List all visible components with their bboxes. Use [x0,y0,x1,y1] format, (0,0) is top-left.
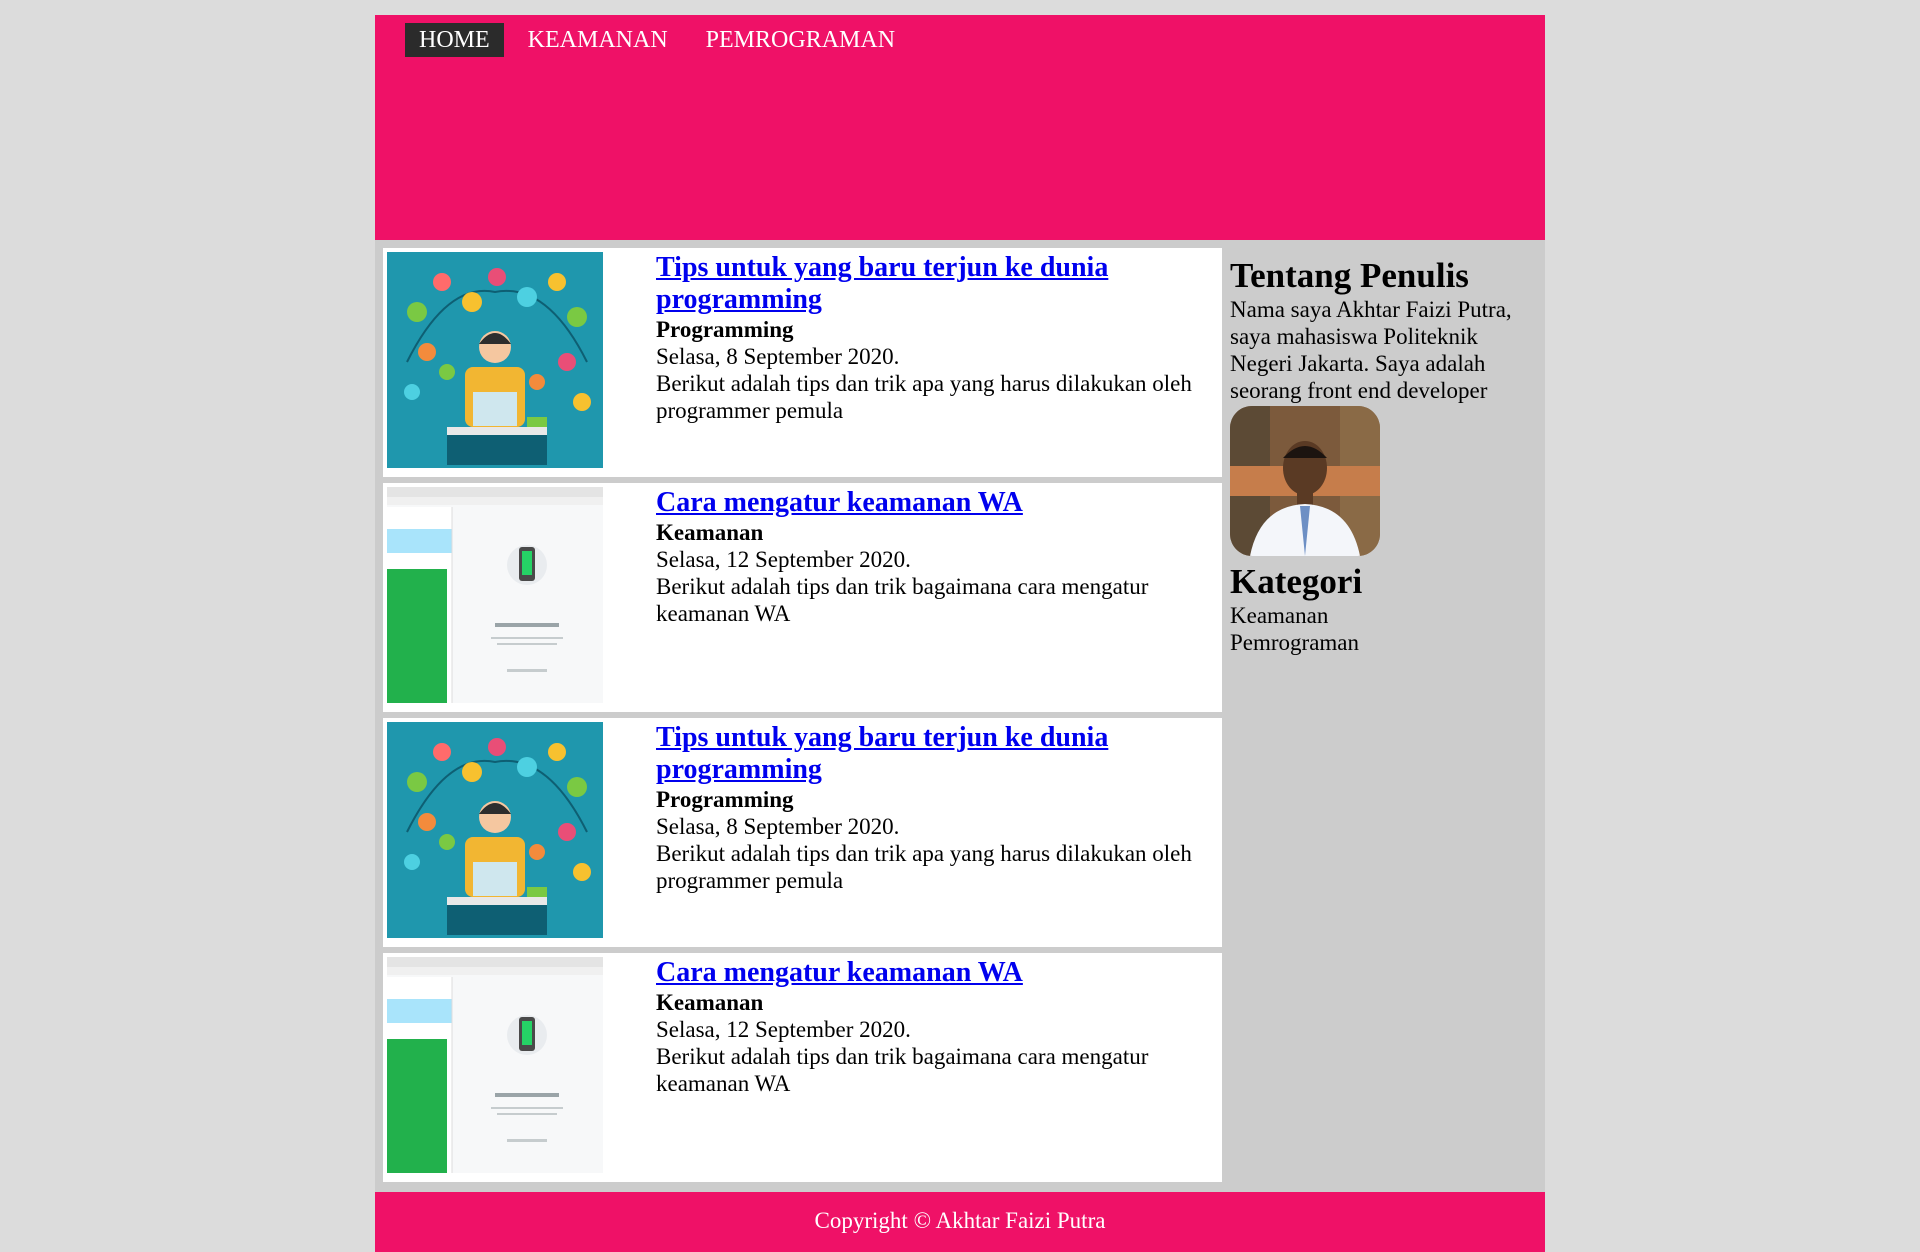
nav-item-home[interactable]: HOME [405,23,504,57]
about-author-heading: Tentang Penulis [1230,256,1469,295]
post-title-link[interactable]: Tips untuk yang baru terjun ke dunia pro… [656,722,1221,786]
post-card: Tips untuk yang baru terjun ke dunia pro… [383,718,1222,947]
post-date: Selasa, 8 September 2020. [656,344,900,369]
post-description: Berikut adalah tips dan trik apa yang ha… [656,371,1192,423]
nav-item-pemrograman[interactable]: PEMROGRAMAN [692,23,909,57]
whatsapp-web-screenshot-image [387,957,603,1173]
post-title-link[interactable]: Cara mengatur keamanan WA [656,487,1221,519]
post-title-link[interactable]: Cara mengatur keamanan WA [656,957,1221,989]
sidebar: Tentang Penulis Nama saya Akhtar Faizi P… [1230,240,1535,656]
category-item-keamanan[interactable]: Keamanan [1230,602,1535,629]
copyright-text: Copyright © Akhtar Faizi Putra [814,1208,1106,1233]
footer: Copyright © Akhtar Faizi Putra [375,1192,1545,1252]
post-text: Cara mengatur keamanan WA Keamanan Selas… [656,487,1221,627]
author-photo [1230,406,1380,556]
post-card: Cara mengatur keamanan WA Keamanan Selas… [383,953,1222,1182]
page-wrapper: HOME KEAMANAN PEMROGRAMAN Tips untuk yan… [375,15,1545,1252]
post-description: Berikut adalah tips dan trik bagaimana c… [656,1044,1149,1096]
header-banner: HOME KEAMANAN PEMROGRAMAN [375,15,1545,240]
post-description: Berikut adalah tips dan trik apa yang ha… [656,841,1192,893]
post-category: Keamanan [656,520,764,545]
whatsapp-web-screenshot-image [387,487,603,703]
post-category: Programming [656,317,794,342]
top-nav: HOME KEAMANAN PEMROGRAMAN [405,23,919,57]
programming-illustration-image [387,252,603,468]
post-description: Berikut adalah tips dan trik bagaimana c… [656,574,1149,626]
post-text: Tips untuk yang baru terjun ke dunia pro… [656,252,1221,424]
post-category: Programming [656,787,794,812]
post-text: Cara mengatur keamanan WA Keamanan Selas… [656,957,1221,1097]
about-author-text: Nama saya Akhtar Faizi Putra, saya mahas… [1230,297,1512,403]
category-heading: Kategori [1230,562,1363,601]
programming-illustration-image [387,722,603,938]
main-content: Tips untuk yang baru terjun ke dunia pro… [375,240,1545,1204]
nav-item-keamanan[interactable]: KEAMANAN [514,23,682,57]
post-date: Selasa, 12 September 2020. [656,547,911,572]
post-card: Cara mengatur keamanan WA Keamanan Selas… [383,483,1222,712]
post-card: Tips untuk yang baru terjun ke dunia pro… [383,248,1222,477]
post-date: Selasa, 12 September 2020. [656,1017,911,1042]
post-text: Tips untuk yang baru terjun ke dunia pro… [656,722,1221,894]
post-category: Keamanan [656,990,764,1015]
post-title-link[interactable]: Tips untuk yang baru terjun ke dunia pro… [656,252,1221,316]
category-item-pemrograman[interactable]: Pemrograman [1230,629,1535,656]
post-date: Selasa, 8 September 2020. [656,814,900,839]
